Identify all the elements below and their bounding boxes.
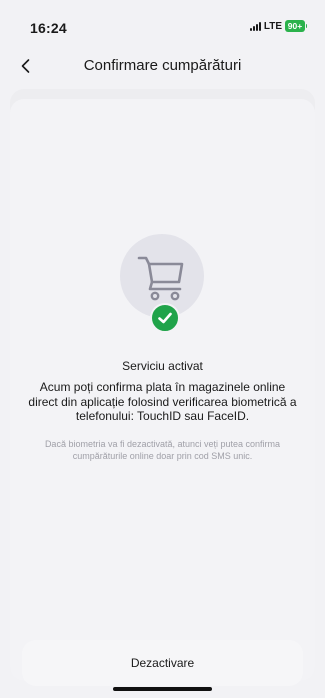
home-indicator (113, 687, 212, 691)
check-icon (158, 312, 172, 324)
battery-icon: 90+ (285, 20, 307, 32)
service-status-title: Serviciu activat (122, 359, 203, 373)
service-illustration (120, 234, 204, 333)
status-indicators: LTE 90+ (249, 20, 307, 32)
page-title: Confirmare cumpărături (83, 57, 242, 74)
status-bar: 16:24 LTE 90+ (0, 0, 325, 44)
service-description: Acum poți confirma plata în magazinele o… (28, 380, 297, 423)
service-note: Dacă biometria va fi dezactivată, atunci… (44, 439, 281, 461)
deactivate-button[interactable]: Dezactivare (22, 640, 303, 686)
signal-icon (249, 21, 261, 31)
battery-level: 90+ (285, 20, 305, 32)
network-label: LTE (263, 20, 282, 32)
content-card: Serviciu activat Acum poți confirma plat… (10, 89, 315, 686)
shopping-cart-icon (137, 256, 184, 301)
status-time: 16:24 (30, 20, 67, 36)
screen: 16:24 LTE 90+ Confirmare cumpărături Ser… (0, 0, 325, 698)
check-badge (150, 303, 180, 333)
content-card-inner: Serviciu activat Acum poți confirma plat… (10, 99, 315, 686)
nav-header: Confirmare cumpărături (0, 48, 325, 84)
